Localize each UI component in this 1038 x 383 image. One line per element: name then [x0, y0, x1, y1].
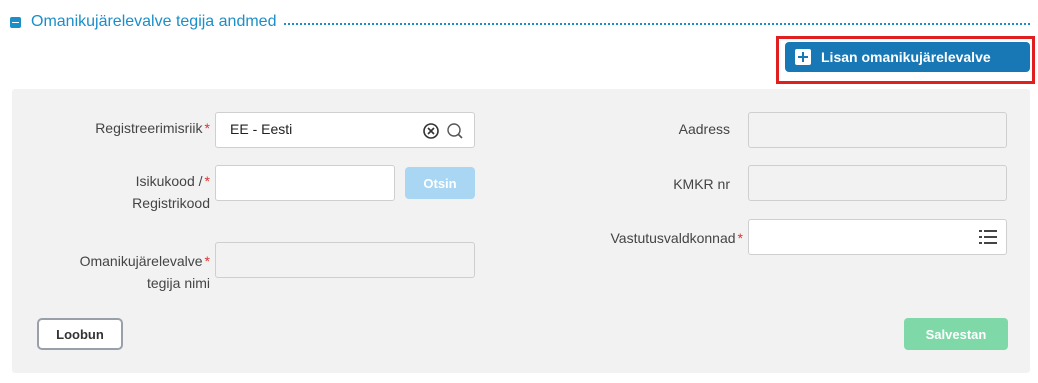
country-select[interactable]: EE - Eesti [215, 112, 475, 148]
cancel-button[interactable]: Loobun [37, 318, 123, 350]
collapse-icon[interactable] [10, 16, 21, 28]
section-divider [284, 23, 1030, 25]
save-button[interactable]: Salvestan [904, 318, 1008, 350]
name-label: Omanikujärelevalve * tegija nimi [79, 253, 210, 291]
responsibility-label: Vastutusvaldkonnad * [610, 230, 743, 246]
id-code-label: Isikukood / * Registrikood [132, 173, 210, 211]
clear-icon[interactable] [422, 122, 440, 140]
name-input[interactable] [215, 242, 475, 278]
section-header[interactable]: Omanikujärelevalve tegija andmed [10, 10, 1030, 34]
country-value: EE - Eesti [230, 121, 293, 137]
add-supervisor-button[interactable]: Lisan omanikujärelevalve [785, 42, 1030, 72]
address-label: Aadress [678, 121, 730, 137]
search-icon[interactable] [446, 122, 464, 140]
search-button[interactable]: Otsin [405, 167, 475, 199]
section-title: Omanikujärelevalve tegija andmed [31, 13, 277, 30]
id-code-input[interactable] [215, 165, 395, 201]
vat-input[interactable] [748, 165, 1007, 201]
list-icon[interactable] [979, 229, 997, 245]
add-supervisor-label: Lisan omanikujärelevalve [821, 49, 991, 65]
vat-label: KMKR nr [673, 176, 730, 192]
address-input[interactable] [748, 112, 1007, 148]
responsibility-select[interactable] [748, 219, 1007, 255]
plus-icon [795, 49, 811, 65]
country-label: Registreerimisriik * [95, 120, 210, 136]
